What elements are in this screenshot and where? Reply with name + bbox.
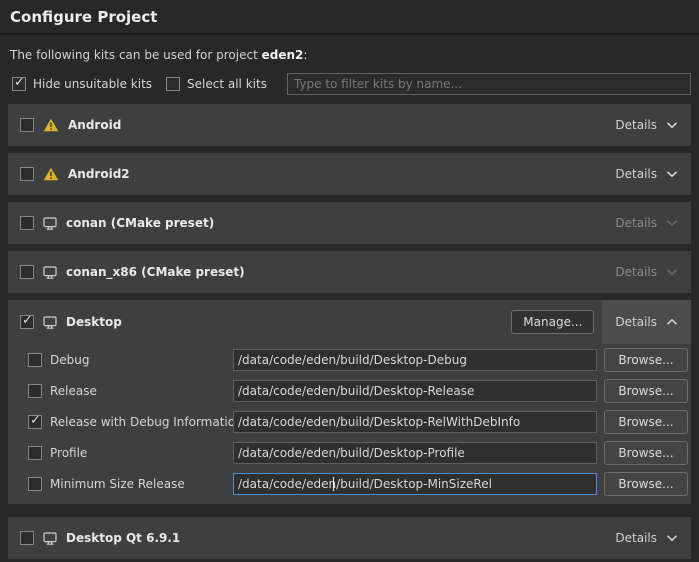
config-checkbox[interactable] bbox=[28, 353, 42, 367]
kit-panel-desktop: Desktop Manage... Details Debug Browse..… bbox=[8, 300, 691, 504]
chevron-up-icon bbox=[666, 318, 678, 326]
path-input-wrap bbox=[233, 349, 597, 371]
path-input-wrap bbox=[233, 442, 597, 464]
config-left: Minimum Size Release bbox=[28, 477, 233, 491]
config-checkbox[interactable] bbox=[28, 446, 42, 460]
config-label: Debug bbox=[50, 353, 89, 367]
intro-text: The following kits can be used for proje… bbox=[10, 48, 689, 62]
kit-checkbox[interactable] bbox=[20, 167, 34, 181]
config-label: Profile bbox=[50, 446, 87, 460]
project-name: eden2 bbox=[262, 48, 304, 62]
kit-name: Android2 bbox=[68, 167, 130, 181]
config-label: Minimum Size Release bbox=[50, 477, 185, 491]
build-config-row-release: Release Browse... bbox=[8, 375, 691, 406]
details-button[interactable]: Details bbox=[602, 517, 691, 559]
config-label: Release with Debug Information bbox=[50, 415, 243, 429]
details-label: Details bbox=[615, 315, 657, 329]
config-checkbox[interactable] bbox=[28, 415, 42, 429]
kit-name: Desktop bbox=[66, 315, 122, 329]
details-label: Details bbox=[615, 531, 657, 545]
title-bar: Configure Project bbox=[0, 0, 699, 35]
details-button[interactable]: Details bbox=[602, 251, 691, 293]
config-checkbox[interactable] bbox=[28, 477, 42, 491]
details-button[interactable]: Details bbox=[602, 202, 691, 244]
build-path-input[interactable] bbox=[233, 380, 597, 402]
browse-button[interactable]: Browse... bbox=[604, 348, 688, 372]
intro-prefix: The following kits can be used for proje… bbox=[10, 48, 262, 62]
build-config-row-debug: Debug Browse... bbox=[8, 344, 691, 375]
select-all-kits-label: Select all kits bbox=[187, 77, 267, 91]
kit-checkbox[interactable] bbox=[20, 265, 34, 279]
path-input-wrap bbox=[233, 380, 597, 402]
select-all-kits-checkbox[interactable] bbox=[166, 77, 180, 91]
chevron-down-icon bbox=[666, 219, 678, 227]
kit-filter-controls: Hide unsuitable kits Select all kits bbox=[12, 73, 691, 95]
hide-unsuitable-kits-checkbox[interactable] bbox=[12, 77, 26, 91]
desktop-icon bbox=[43, 532, 57, 545]
config-left: Release with Debug Information bbox=[28, 415, 233, 429]
intro-suffix: : bbox=[303, 48, 307, 62]
kit-list: Android Details Android2 Details conan ( bbox=[8, 104, 691, 559]
manage-kits-button[interactable]: Manage... bbox=[511, 310, 594, 334]
path-input-wrap bbox=[233, 411, 597, 433]
details-label: Details bbox=[615, 265, 657, 279]
build-path-input[interactable] bbox=[233, 411, 597, 433]
build-config-row-profile: Profile Browse... bbox=[8, 437, 691, 468]
kit-row-conan-x86: conan_x86 (CMake preset) Details bbox=[8, 251, 691, 293]
desktop-icon bbox=[43, 266, 57, 279]
build-config-row-minsizerel: Minimum Size Release Browse... bbox=[8, 468, 691, 499]
hide-unsuitable-kits-label: Hide unsuitable kits bbox=[33, 77, 152, 91]
text-cursor bbox=[333, 477, 334, 491]
page-title: Configure Project bbox=[10, 8, 689, 26]
kit-row-desktop: Desktop Manage... Details bbox=[8, 300, 691, 344]
desktop-icon bbox=[43, 316, 57, 329]
build-path-input[interactable] bbox=[233, 349, 597, 371]
details-button[interactable]: Details bbox=[602, 153, 691, 195]
warning-icon bbox=[43, 118, 59, 132]
kit-checkbox[interactable] bbox=[20, 216, 34, 230]
browse-button[interactable]: Browse... bbox=[604, 379, 688, 403]
build-path-input[interactable] bbox=[233, 442, 597, 464]
details-label: Details bbox=[615, 118, 657, 132]
details-label: Details bbox=[615, 167, 657, 181]
config-left: Release bbox=[28, 384, 233, 398]
browse-button[interactable]: Browse... bbox=[604, 472, 688, 496]
chevron-down-icon bbox=[666, 170, 678, 178]
kit-name: Desktop Qt 6.9.1 bbox=[66, 531, 180, 545]
kit-name: conan_x86 (CMake preset) bbox=[66, 265, 245, 279]
browse-button[interactable]: Browse... bbox=[604, 410, 688, 434]
kit-row-android: Android Details bbox=[8, 104, 691, 146]
chevron-down-icon bbox=[666, 121, 678, 129]
kit-name: conan (CMake preset) bbox=[66, 216, 214, 230]
warning-icon bbox=[43, 167, 59, 181]
config-checkbox[interactable] bbox=[28, 384, 42, 398]
kit-row-android2: Android2 Details bbox=[8, 153, 691, 195]
config-left: Profile bbox=[28, 446, 233, 460]
path-input-wrap bbox=[233, 473, 597, 495]
build-path-input[interactable] bbox=[233, 473, 597, 495]
browse-button[interactable]: Browse... bbox=[604, 441, 688, 465]
kit-checkbox[interactable] bbox=[20, 531, 34, 545]
kit-checkbox[interactable] bbox=[20, 118, 34, 132]
config-label: Release bbox=[50, 384, 97, 398]
config-left: Debug bbox=[28, 353, 233, 367]
chevron-down-icon bbox=[666, 268, 678, 276]
kit-row-desktop-qt: Desktop Qt 6.9.1 Details bbox=[8, 517, 691, 559]
chevron-down-icon bbox=[666, 534, 678, 542]
desktop-icon bbox=[43, 217, 57, 230]
kit-filter-input[interactable] bbox=[287, 73, 691, 95]
kit-name: Android bbox=[68, 118, 121, 132]
kit-checkbox[interactable] bbox=[20, 315, 34, 329]
build-config-row-relwithdebinfo: Release with Debug Information Browse... bbox=[8, 406, 691, 437]
kit-row-conan: conan (CMake preset) Details bbox=[8, 202, 691, 244]
details-button[interactable]: Details bbox=[602, 104, 691, 146]
details-button[interactable]: Details bbox=[602, 300, 691, 344]
details-label: Details bbox=[615, 216, 657, 230]
